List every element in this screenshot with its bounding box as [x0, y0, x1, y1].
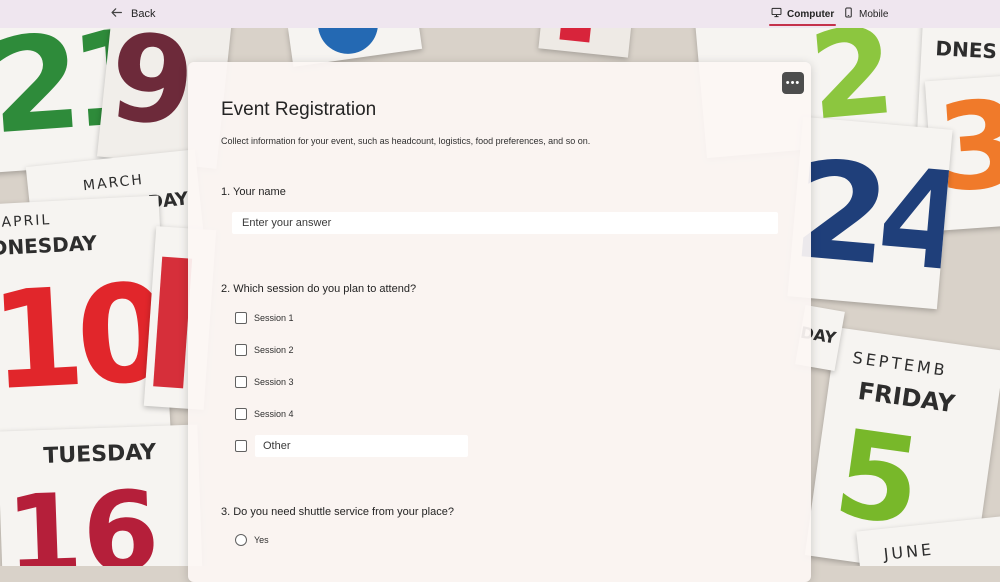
checkbox[interactable] [235, 408, 247, 420]
option-label: Session 2 [254, 345, 294, 355]
form-title: Event Registration [221, 99, 377, 120]
session-1-option[interactable]: Session 1 [235, 312, 294, 324]
option-label: Session 1 [254, 313, 294, 323]
question-2-label: 2. Which session do you plan to attend? [221, 283, 417, 295]
option-label: Session 3 [254, 377, 294, 387]
calendar-number: 24 [788, 130, 953, 302]
phone-icon [843, 7, 854, 21]
calendar-card [538, 28, 632, 58]
checkbox[interactable] [235, 440, 247, 452]
yes-option[interactable]: Yes [235, 534, 269, 546]
radio-button[interactable] [235, 534, 247, 546]
option-label: Session 4 [254, 409, 294, 419]
form-description: Collect information for your event, such… [221, 136, 591, 146]
checkbox[interactable] [235, 376, 247, 388]
tab-computer[interactable]: Computer [768, 7, 837, 26]
checkbox[interactable] [235, 312, 247, 324]
calendar-month: SEPTEMB [851, 347, 949, 381]
top-bar: Back Computer Mobile [0, 0, 1000, 28]
other-option[interactable] [235, 440, 247, 452]
back-label: Back [131, 8, 156, 20]
calendar-number: 10 [0, 254, 167, 421]
calendar-day: TUESDAY [42, 440, 157, 469]
session-2-option[interactable]: Session 2 [235, 344, 294, 356]
name-input[interactable] [232, 212, 778, 234]
calendar-number: 9 [103, 28, 201, 155]
calendar-month: APRIL [1, 212, 52, 231]
more-options-button[interactable]: ••• [782, 72, 804, 94]
question-3-label: 3. Do you need shuttle service from your… [221, 506, 454, 518]
option-label: Yes [254, 535, 269, 545]
calendar-day: DNESDAY [0, 230, 98, 261]
tab-mobile[interactable]: Mobile [843, 7, 888, 21]
monitor-icon [771, 7, 782, 21]
form-panel: ••• Event Registration Collect informati… [188, 62, 811, 582]
tab-mobile-label: Mobile [859, 8, 889, 20]
session-3-option[interactable]: Session 3 [235, 376, 294, 388]
back-button[interactable]: Back [110, 6, 155, 22]
tab-computer-label: Computer [787, 8, 835, 20]
calendar-card: 24 [787, 116, 953, 310]
session-4-option[interactable]: Session 4 [235, 408, 294, 420]
calendar-day: DNES [934, 36, 998, 64]
calendar-card: TUESDAY 16 [0, 424, 203, 566]
checkbox[interactable] [235, 344, 247, 356]
calendar-month: JUNE [882, 539, 936, 564]
calendar-number: 16 [3, 466, 162, 566]
more-horizontal-icon: ••• [785, 77, 801, 89]
calendar-month: MARCH [82, 171, 145, 195]
other-input[interactable] [255, 435, 468, 457]
arrow-left-icon [110, 6, 123, 22]
question-1-label: 1. Your name [221, 186, 286, 198]
calendar-card: APRIL DNESDAY 10 [0, 195, 172, 455]
